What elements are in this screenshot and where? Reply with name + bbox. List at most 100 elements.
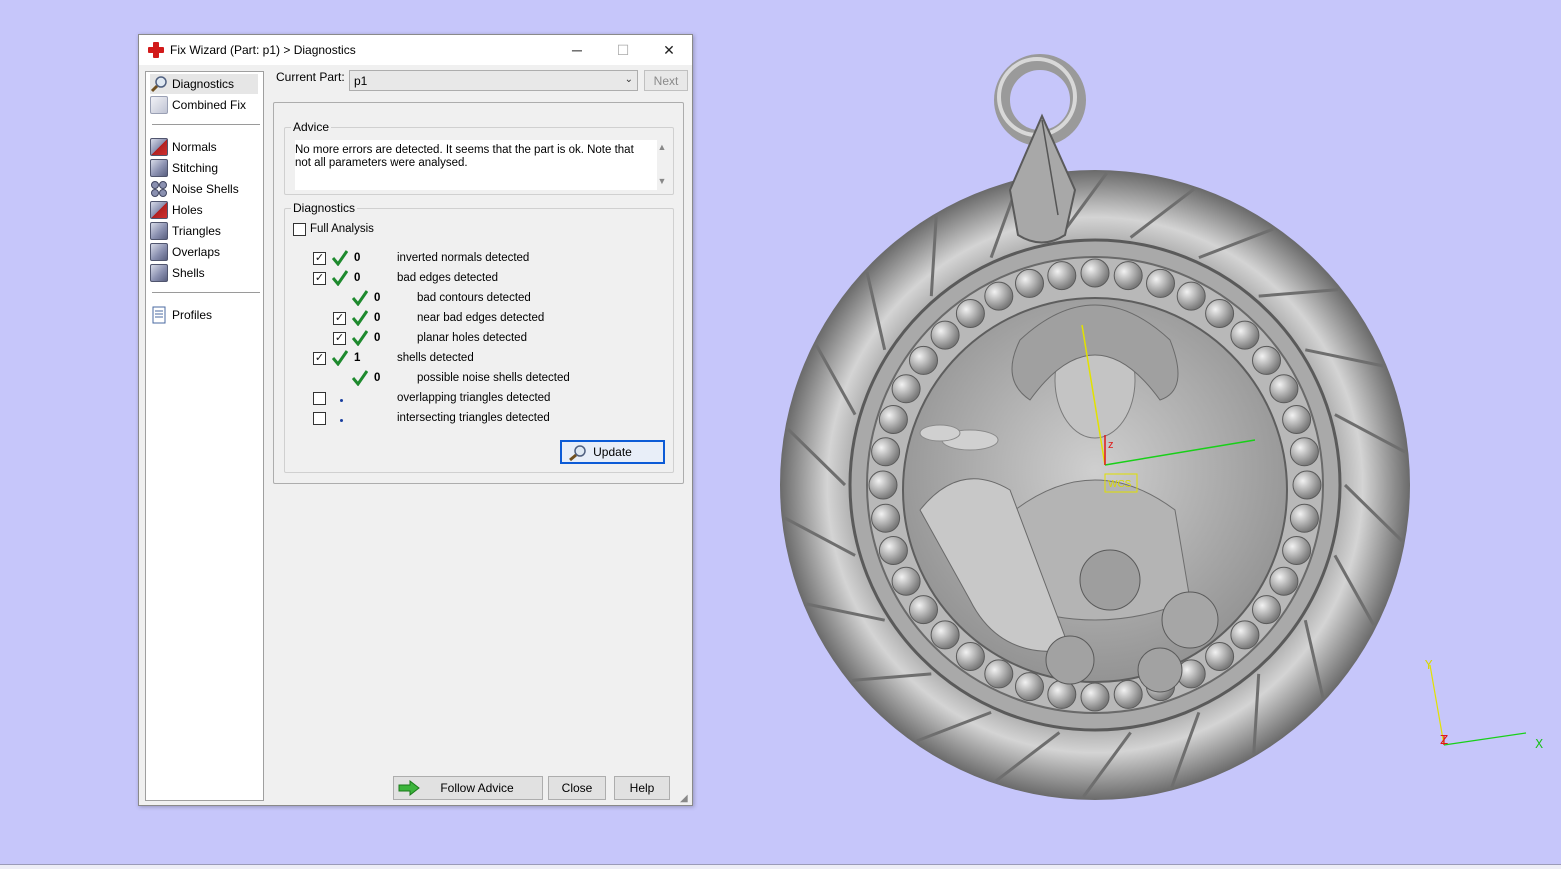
noise-shells-label: possible noise shells detected: [417, 372, 570, 384]
update-button[interactable]: Update: [560, 440, 665, 464]
intersecting-triangles-label: intersecting triangles detected: [397, 412, 550, 424]
bead: [909, 345, 938, 375]
bead: [1113, 261, 1143, 291]
shells-icon: [150, 264, 168, 282]
sidebar-item-overlaps[interactable]: Overlaps: [150, 242, 220, 262]
sidebar-item-label: Triangles: [172, 224, 221, 238]
bead: [1015, 672, 1044, 702]
bead: [1176, 281, 1206, 311]
inverted-normals-checkbox[interactable]: ✓: [313, 252, 326, 265]
sidebar-item-normals[interactable]: Normals: [150, 137, 217, 157]
sidebar-item-shells[interactable]: Shells: [150, 263, 205, 283]
fix-wizard-dialog: Fix Wizard (Part: p1) > Diagnostics ─ ☐ …: [138, 34, 693, 806]
bead: [1269, 566, 1299, 596]
advice-group: Advice No more errors are detected. It s…: [284, 120, 674, 195]
bad-edges-checkbox[interactable]: ✓: [313, 272, 326, 285]
bead: [955, 299, 985, 328]
triad-y-label: Y: [1425, 658, 1433, 672]
bead: [1205, 642, 1235, 671]
follow-advice-button[interactable]: Follow Advice: [393, 776, 543, 800]
update-label: Update: [593, 445, 632, 459]
near-bad-edges-count: 0: [374, 312, 381, 324]
bead: [891, 566, 921, 596]
bead: [1047, 679, 1077, 709]
near-bad-edges-label: near bad edges detected: [417, 312, 545, 324]
bead: [871, 437, 901, 467]
current-part-value: p1: [354, 74, 368, 88]
close-window-button[interactable]: ✕: [646, 35, 692, 65]
stitching-icon: [150, 159, 168, 177]
sidebar-item-diagnostics[interactable]: Diagnostics: [150, 74, 258, 94]
sidebar-item-label: Combined Fix: [172, 98, 247, 112]
pendant-model[interactable]: z WCS: [770, 40, 1450, 800]
sidebar-item-label: Stitching: [172, 161, 219, 175]
current-part-label: Current Part:: [276, 70, 345, 84]
bead: [1230, 320, 1260, 350]
viewport-bottom-edge: [0, 864, 1561, 869]
ok-check-icon: [352, 310, 368, 326]
intersecting-triangles-checkbox[interactable]: [313, 412, 326, 425]
ok-check-icon: [352, 290, 368, 306]
bead: [984, 659, 1014, 689]
sidebar-item-label: Noise Shells: [172, 182, 239, 196]
planar-holes-checkbox[interactable]: ✓: [333, 332, 346, 345]
chevron-down-icon: ⌄: [624, 74, 633, 85]
diagnostics-title: Diagnostics: [291, 201, 358, 215]
bead: [1282, 536, 1312, 565]
bead: [930, 620, 960, 650]
maximize-button[interactable]: ☐: [600, 35, 646, 65]
bead: [1252, 595, 1281, 625]
bad-contours-count: 0: [374, 292, 381, 304]
profiles-icon: [150, 306, 168, 324]
full-analysis-checkbox[interactable]: [293, 223, 306, 236]
sidebar-divider: [152, 292, 260, 293]
sidebar-item-noise-shells[interactable]: Noise Shells: [150, 179, 239, 199]
bead: [909, 595, 938, 625]
bead: [1282, 405, 1312, 434]
overlaps-icon: [150, 243, 168, 261]
near-bad-edges-checkbox[interactable]: ✓: [333, 312, 346, 325]
sidebar-divider: [152, 124, 260, 125]
overlapping-triangles-checkbox[interactable]: [313, 392, 326, 405]
title-bar[interactable]: Fix Wizard (Part: p1) > Diagnostics ─ ☐ …: [139, 35, 692, 65]
bead: [1292, 470, 1322, 500]
magnifier-icon: [569, 445, 586, 462]
ok-check-icon: [332, 270, 348, 286]
advice-text: No more errors are detected. It seems th…: [295, 140, 657, 190]
sidebar-item-holes[interactable]: Holes: [150, 200, 203, 220]
help-button[interactable]: Help: [614, 776, 670, 800]
wizard-content: Current Part: p1 ⌄ Next Advice No more e…: [272, 65, 692, 805]
scroll-down-icon[interactable]: ▼: [658, 176, 667, 186]
bead: [1230, 620, 1260, 650]
minimize-button[interactable]: ─: [554, 35, 600, 65]
triad-z-label: Z: [1440, 733, 1449, 747]
bad-edges-count: 0: [354, 272, 361, 284]
bead: [878, 536, 908, 565]
close-button[interactable]: Close: [548, 776, 606, 800]
normals-icon: [150, 138, 168, 156]
ok-check-icon: [352, 370, 368, 386]
full-analysis-label: Full Analysis: [310, 223, 374, 235]
shells-count: 1: [354, 352, 361, 364]
bad-edges-label: bad edges detected: [397, 272, 499, 284]
sidebar-item-label: Diagnostics: [172, 77, 235, 91]
inverted-normals-label: inverted normals detected: [397, 252, 530, 264]
bead: [1289, 437, 1319, 467]
triad-x-label: X: [1535, 737, 1544, 751]
window-title: Fix Wizard (Part: p1) > Diagnostics: [170, 43, 356, 57]
triangles-icon: [150, 222, 168, 240]
sidebar-item-stitching[interactable]: Stitching: [150, 158, 218, 178]
resize-grip-icon[interactable]: ◢: [680, 793, 690, 804]
next-button[interactable]: Next: [644, 70, 688, 91]
diagnostics-group: Diagnostics Full Analysis ✓ 0 inverted n…: [284, 201, 674, 473]
sidebar-item-triangles[interactable]: Triangles: [150, 221, 221, 241]
noise-shells-count: 0: [374, 372, 381, 384]
pending-dot-icon: [340, 419, 343, 422]
sidebar-item-combined-fix[interactable]: Combined Fix: [150, 95, 246, 115]
current-part-select[interactable]: p1 ⌄: [349, 70, 638, 91]
sidebar-item-profiles[interactable]: Profiles: [150, 305, 212, 325]
noise-shells-icon: [150, 180, 168, 198]
advice-scrollbar[interactable]: ▲ ▼: [655, 142, 669, 186]
scroll-up-icon[interactable]: ▲: [658, 142, 667, 152]
shells-checkbox[interactable]: ✓: [313, 352, 326, 365]
